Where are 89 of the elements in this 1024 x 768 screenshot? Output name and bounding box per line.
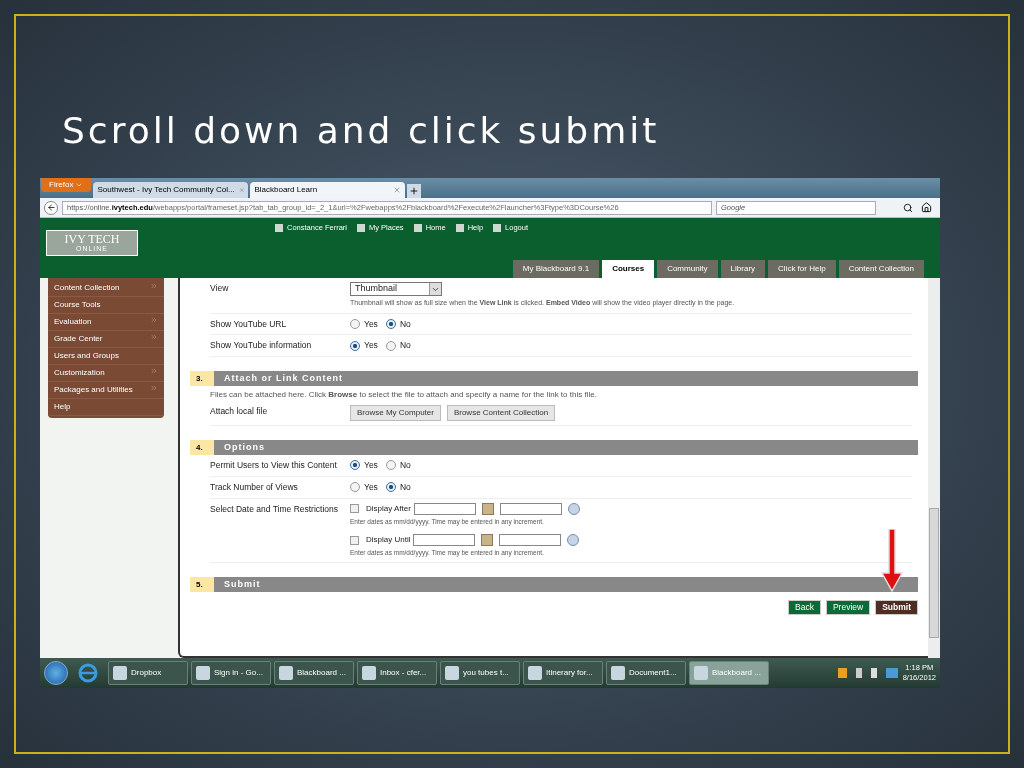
back-button[interactable] [44, 200, 58, 215]
browser-tab[interactable]: Blackboard Learn [250, 182, 406, 198]
chevron-icon [150, 367, 158, 375]
taskbar-button[interactable]: Inbox - cfer... [357, 661, 437, 685]
menu-item[interactable]: Customization [48, 365, 164, 382]
radio-label: Yes [364, 459, 378, 472]
action-button[interactable]: Back [788, 600, 821, 615]
radio-label: Yes [364, 317, 378, 331]
radio-button[interactable] [385, 482, 396, 493]
section-number: 3. [190, 371, 214, 386]
checkbox[interactable] [350, 535, 359, 545]
menu-item[interactable]: Grade Center [48, 331, 164, 348]
date-field[interactable] [413, 502, 476, 515]
radio-label: No [399, 459, 411, 472]
taskbar-button[interactable]: Document1... [606, 661, 686, 685]
section-intro: Files can be attached here. Click Browse to select the file to attach and specify a name for the link to this file. [210, 389, 598, 401]
browse-button[interactable]: Browse Content Collection [446, 405, 556, 421]
field-label: Select Date and Time Restrictions [210, 502, 340, 516]
field-label: Attach local file [210, 405, 269, 418]
nav-tab[interactable]: My Blackboard 9.1 [512, 260, 600, 278]
radio-button[interactable] [385, 318, 396, 329]
radio-button[interactable] [350, 482, 360, 493]
clock-icon[interactable] [567, 534, 580, 547]
field-label: View [210, 282, 230, 295]
checkbox-label: Display Until [366, 534, 411, 547]
taskbar-button[interactable]: Dropbox [108, 661, 188, 685]
home-icon[interactable] [921, 202, 932, 213]
checkbox-label: Display After [366, 502, 411, 515]
new-tab-icon[interactable] [409, 186, 420, 196]
clock-icon[interactable] [567, 502, 580, 515]
checkbox[interactable] [350, 504, 359, 513]
field-label: Show YouTube information [210, 339, 313, 352]
radio-label: No [399, 480, 411, 494]
menu-item[interactable]: Packages and Utilities [48, 382, 164, 399]
tray-icons[interactable] [837, 668, 898, 678]
field-label: Track Number of Views [210, 480, 299, 494]
chevron-icon [150, 384, 158, 392]
chevron-icon [150, 282, 158, 290]
radio-label: No [399, 339, 411, 352]
nav-tab[interactable]: Click for Help [768, 260, 836, 278]
radio-button[interactable] [385, 460, 396, 471]
radio-button[interactable] [350, 340, 360, 351]
nav-tab[interactable]: Community [657, 260, 718, 278]
chevron-icon [150, 333, 158, 341]
time-field[interactable] [499, 502, 562, 515]
section-title: Attach or Link Content [223, 372, 343, 385]
back-arrow-icon [46, 203, 56, 212]
radio-button[interactable] [350, 460, 360, 471]
start-orb-icon[interactable] [44, 661, 68, 685]
taskbar-button[interactable]: Sign in - Go... [191, 661, 271, 685]
menu-item[interactable]: Course Tools [48, 297, 164, 314]
browse-button[interactable]: Browse My Computer [350, 405, 441, 421]
date-field[interactable] [413, 534, 476, 547]
section-title: Submit [223, 578, 261, 591]
field-label: Permit Users to View this Content [210, 459, 338, 472]
section-number: 5. [190, 577, 214, 592]
action-button[interactable]: Submit [875, 600, 918, 615]
taskbar-button[interactable]: Blackboard ... [274, 661, 354, 685]
time-field[interactable] [499, 534, 562, 547]
menu-item[interactable]: Content Collection [48, 280, 164, 297]
slide-title: Scroll down and click submit [62, 109, 660, 153]
radio-button[interactable] [385, 340, 396, 351]
section-title: Options [223, 441, 265, 454]
down-arrow-drawing [880, 529, 904, 593]
browser-tab[interactable]: Southwest - Ivy Tech Community Col... [93, 182, 249, 198]
section-number: 4. [190, 440, 214, 455]
caret-icon [75, 181, 84, 189]
nav-tab[interactable]: Library [720, 260, 766, 278]
menu-item[interactable]: Help [48, 399, 164, 416]
field-label: Show YouTube URL [210, 317, 288, 331]
taskbar-button[interactable]: you tubes t... [440, 661, 520, 685]
menu-item[interactable]: Users and Groups [48, 348, 164, 365]
nav-tab[interactable]: Courses [602, 260, 655, 278]
nav-tab[interactable]: Content Collection [838, 260, 924, 278]
scrollbar[interactable] [928, 278, 940, 658]
taskbar-button[interactable]: Itinerary for... [523, 661, 603, 685]
radio-label: Yes [364, 339, 378, 352]
radio-button[interactable] [350, 318, 360, 329]
radio-label: Yes [364, 480, 378, 494]
radio-label: No [399, 317, 411, 331]
calendar-icon[interactable] [481, 502, 494, 515]
view-dropdown[interactable]: Thumbnail [350, 282, 442, 296]
chevron-icon [150, 316, 158, 324]
calendar-icon[interactable] [481, 534, 494, 547]
menu-item[interactable]: Evaluation [48, 314, 164, 331]
close-icon[interactable] [393, 186, 402, 194]
search-icon[interactable] [903, 202, 913, 213]
action-button[interactable]: Preview [825, 600, 871, 615]
browser-icon[interactable] [77, 662, 99, 684]
